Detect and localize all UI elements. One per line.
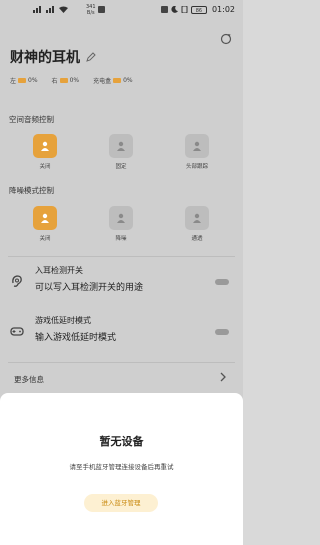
transparency-option[interactable]: 通透	[176, 206, 218, 242]
game-mode-title: 游戏低延时模式	[35, 316, 91, 325]
ear-icon	[12, 275, 22, 287]
open-bluetooth-button[interactable]: 进入蓝牙管理	[84, 494, 158, 512]
case-battery-icon	[113, 78, 122, 83]
noise-cancel-label: 降噪	[115, 236, 127, 242]
notification-icon	[98, 6, 105, 13]
net-speed: 341 B/s	[86, 4, 96, 16]
signal-2-icon	[46, 6, 54, 13]
ear-detection-toggle[interactable]	[215, 279, 229, 285]
spatial-head-label: 头部跟踪	[185, 164, 208, 170]
noise-cancel-icon-box	[109, 206, 133, 230]
transparency-label: 通透	[191, 236, 203, 242]
case-value: 0%	[123, 77, 133, 84]
spatial-head-tracking-option[interactable]: 头部跟踪	[176, 134, 218, 170]
net-speed-unit: B/s	[86, 10, 95, 16]
no-device-sheet: 暂无设备 请至手机蓝牙管理连接设备后再重试 进入蓝牙管理	[0, 393, 243, 545]
spatial-off-label: 关闭	[39, 164, 51, 170]
spatial-fixed-label: 固定	[115, 164, 127, 170]
ear-detection-row: 入耳检测开关 可以写入耳检测开关的用途	[8, 262, 235, 302]
ear-detection-title: 入耳检测开关	[35, 266, 83, 275]
game-mode-subtitle: 输入游戏低延时模式	[35, 333, 117, 343]
person-icon	[41, 213, 49, 223]
clock: 01:02	[211, 5, 235, 14]
edit-icon[interactable]	[86, 52, 96, 62]
chevron-right-icon[interactable]	[219, 372, 227, 382]
divider	[8, 256, 235, 257]
person-icon	[193, 213, 201, 223]
spatial-head-icon-box	[185, 134, 209, 158]
case-label: 充电盒	[93, 78, 112, 85]
right-bud-value: 0%	[69, 77, 80, 84]
spatial-off-option[interactable]: 关闭	[24, 134, 66, 170]
left-battery-icon	[18, 78, 27, 83]
moon-icon	[171, 6, 178, 13]
right-bud-label: 右	[51, 78, 58, 85]
vibrate-icon	[181, 6, 188, 13]
refresh-icon[interactable]	[220, 33, 232, 45]
ear-detection-subtitle: 可以写入耳检测开关的用途	[35, 283, 144, 293]
divider	[8, 362, 235, 363]
battery-indicator: 86	[190, 5, 207, 14]
game-mode-toggle[interactable]	[215, 329, 229, 335]
wifi-icon	[59, 6, 68, 13]
sheet-message: 请至手机蓝牙管理连接设备后再重试	[69, 463, 174, 471]
status-bar: 341 B/s 86 01:02	[0, 0, 243, 22]
left-bud-label: 左	[10, 78, 17, 85]
person-icon	[117, 213, 125, 223]
app-screen: 341 B/s 86 01:02 财神的耳机 左 0% 右 0% 充电盒 0%	[0, 0, 243, 545]
person-icon	[117, 141, 125, 151]
person-icon	[41, 141, 49, 151]
status-icons-right: 86 01:02	[160, 5, 235, 14]
left-bud-value: 0%	[28, 77, 38, 84]
noise-cancel-option[interactable]: 降噪	[100, 206, 142, 242]
spatial-fixed-option[interactable]: 固定	[100, 134, 142, 170]
spatial-off-icon-box	[33, 134, 57, 158]
person-icon	[193, 141, 201, 151]
noise-off-label: 关闭	[39, 236, 51, 242]
status-icons-left	[33, 6, 68, 13]
spatial-audio-label: 空间音频控制	[9, 115, 54, 124]
game-mode-row: 游戏低延时模式 输入游戏低延时模式	[8, 312, 235, 352]
spatial-fixed-icon-box	[109, 134, 133, 158]
noise-off-icon-box	[33, 206, 57, 230]
signal-icon	[33, 6, 41, 13]
nfc-icon	[160, 6, 168, 13]
gamepad-icon	[10, 327, 24, 336]
sheet-title: 暂无设备	[99, 435, 144, 448]
noise-control-label: 降噪模式控制	[9, 186, 54, 195]
battery-status-row: 左 0% 右 0% 充电盒 0%	[10, 76, 133, 85]
noise-off-option[interactable]: 关闭	[24, 206, 66, 242]
device-title-row: 财神的耳机	[10, 48, 96, 66]
transparency-icon-box	[185, 206, 209, 230]
right-battery-icon	[59, 78, 68, 83]
device-name: 财神的耳机	[10, 50, 80, 66]
more-info-link[interactable]: 更多信息	[14, 374, 44, 385]
